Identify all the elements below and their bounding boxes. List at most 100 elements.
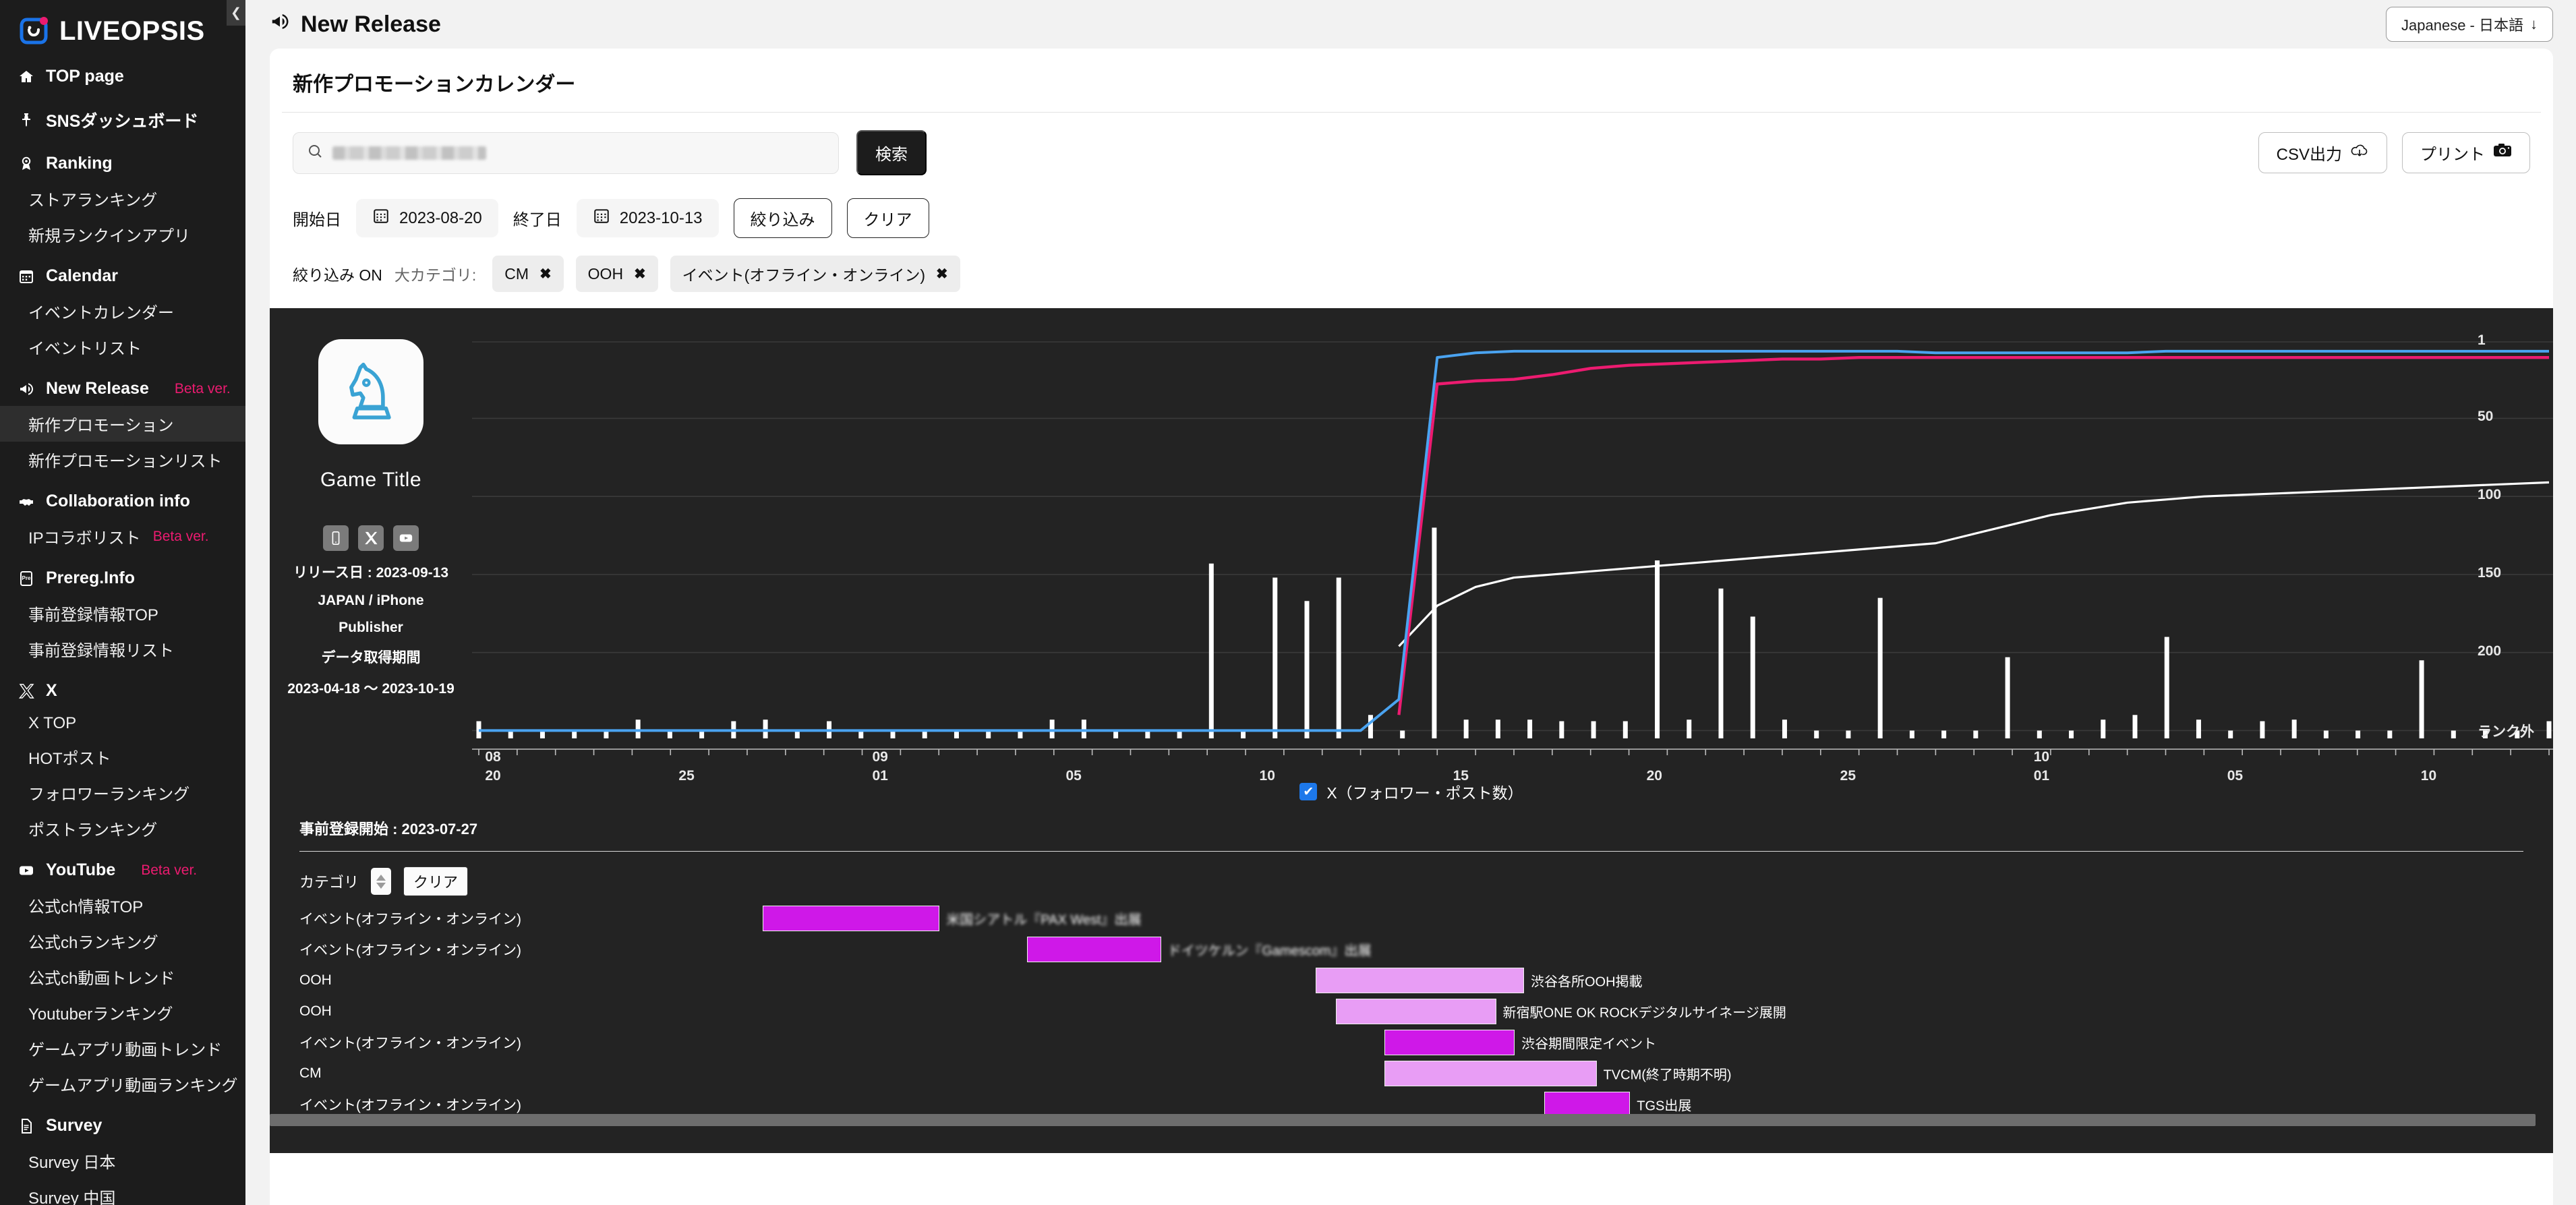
search-input-value [332,146,486,160]
horizontal-scrollbar-thumb[interactable] [270,1114,2536,1126]
app-store-icon[interactable] [323,525,349,551]
gantt-row-bar[interactable] [1384,1061,1597,1086]
game-title: Game Title [320,469,422,491]
sidebar-subitem-7-2[interactable]: フォロワーランキング [0,775,245,811]
sidebar-item-top-page[interactable]: TOP page [0,59,245,94]
sidebar-item-ranking[interactable]: Ranking [0,146,245,181]
rank-chart[interactable]: 1 50 100 150 200 ランク外 08 20 25 09 01 05 10 15 20 25 10 0… [472,308,2553,795]
beta-badge: Beta ver. [152,528,209,544]
gantt-row-bar[interactable] [1315,968,1524,993]
sidebar-subitem-3-0[interactable]: イベントカレンダー [0,293,245,329]
sidebar-subitem-4-0[interactable]: 新作プロモーション [0,406,245,442]
filter-chip-2[interactable]: イベント(オフライン・オンライン) ✖ [670,256,960,292]
gantt-row[interactable]: イベント(オフライン・オンライン) 渋谷期間限定イベント [270,1027,2553,1058]
sidebar-item-youtube[interactable]: YouTube Beta ver. [0,853,245,887]
sidebar-group-4: New Release Beta ver. 新作プロモーション 新作プロモーションリス… [0,372,245,477]
sidebar-subitem-label: ゲームアプリ動画ランキング [28,1077,238,1095]
gantt-row[interactable]: OOH 渋谷各所OOH掲載 [270,965,2553,996]
gantt-row-category: OOH [299,1003,332,1019]
sidebar-subitem-8-3[interactable]: Youtuberランキング [0,995,245,1030]
sidebar-subitem-7-3[interactable]: ポストランキング [0,811,245,846]
csv-export-button[interactable]: CSV出力 [2258,132,2387,173]
gantt-row-bar[interactable] [1336,999,1496,1024]
sidebar-subitem-2-0[interactable]: ストアランキング [0,181,245,216]
sidebar-group-label: YouTube [46,860,116,879]
handshake-icon [18,493,35,510]
print-button[interactable]: プリント [2402,132,2530,173]
gantt-category-label: カテゴリ [299,874,359,891]
sidebar-item-new-release[interactable]: New Release Beta ver. [0,372,245,406]
brand[interactable]: LIVEOPSIS [0,0,245,50]
chart-panel-body: Game Title リリース日 : 2023-09-13 JAPAN / iP… [270,308,2553,795]
sidebar-subitem-8-1[interactable]: 公式chランキング [0,923,245,959]
sidebar-subitem-label: ストアランキング [28,192,158,210]
sidebar-item-prereg-info[interactable]: Pre Prereg.Info [0,561,245,595]
youtube-icon[interactable] [393,525,419,551]
search-button[interactable]: 検索 [856,130,927,175]
gantt-clear-button[interactable]: クリア [403,866,469,896]
gantt-row[interactable]: イベント(オフライン・オンライン) ドイツケルン『Gamescom』出展 [270,934,2553,965]
horizontal-scrollbar[interactable] [270,1114,2553,1126]
close-icon[interactable]: ✖ [936,266,948,283]
gantt-row-bar[interactable] [1027,937,1161,962]
sidebar-subitem-8-2[interactable]: 公式ch動画トレンド [0,959,245,995]
close-icon[interactable]: ✖ [634,266,646,283]
sidebar-nav: TOP page SNSダッシュボード Ranking ストアランキング新規ランクイン… [0,50,245,1205]
sidebar-item-collaboration-info[interactable]: Collaboration info [0,484,245,519]
filter-chip-0[interactable]: CM ✖ [492,256,564,292]
gantt-row[interactable]: CM TVCM(終了時期不明) [270,1058,2553,1089]
sidebar-subitem-8-5[interactable]: ゲームアプリ動画ランキング [0,1066,245,1102]
gantt-row-label: TGS出展 [1637,1098,1692,1114]
gantt-row[interactable]: OOH 新宿駅ONE OK ROCKデジタルサイネージ展開 [270,996,2553,1027]
search-input[interactable] [293,131,839,174]
chart-panel: Game Title リリース日 : 2023-09-13 JAPAN / iP… [270,308,2553,1153]
sort-updown-icon[interactable] [371,868,392,895]
sidebar: ❮ LIVEOPSIS TOP page SNSダッシュボード Ranking ストア… [0,0,245,1205]
x-icon[interactable] [358,525,384,551]
sidebar-subitem-6-1[interactable]: 事前登録情報リスト [0,631,245,667]
start-date-field[interactable]: 2023-08-20 [356,199,498,237]
sidebar-subitem-7-0[interactable]: X TOP [0,708,245,739]
panel-divider [299,851,2523,852]
promotion-gantt: カテゴリ クリア イベント(オフライン・オンライン) 米国シアトル『PAX Wes… [270,866,2553,1120]
close-icon[interactable]: ✖ [539,266,552,283]
gantt-row-bar[interactable] [763,906,940,931]
clear-filter-button[interactable]: クリア [846,198,929,238]
filter-chip-1[interactable]: OOH ✖ [575,256,658,292]
filter-chip-label: イベント(オフライン・オンライン) [682,266,925,284]
start-date-label: 開始日 [293,211,341,229]
sidebar-subitem-3-1[interactable]: イベントリスト [0,329,245,365]
chart-legend[interactable]: ✔ X（フォロワー・ポスト数） [270,780,2553,803]
csv-export-label: CSV出力 [2276,146,2342,164]
sidebar-subitem-2-1[interactable]: 新規ランクインアプリ [0,216,245,252]
sidebar-subitem-6-0[interactable]: 事前登録情報TOP [0,595,245,631]
cloud-download-icon [2350,142,2369,164]
sidebar-item-calendar[interactable]: Calendar [0,259,245,293]
sidebar-subitem-label: ゲームアプリ動画トレンド [28,1041,223,1059]
sidebar-subitem-7-1[interactable]: HOTポスト [0,739,245,775]
y-axis-tick-1: 50 [2478,409,2494,425]
search-row: 検索 CSV出力 プリント [270,113,2553,175]
gantt-row-bar[interactable] [1384,1030,1515,1055]
sidebar-subitem-8-4[interactable]: ゲームアプリ動画トレンド [0,1030,245,1066]
sidebar-item-sns-[interactable]: SNSダッシュボード [0,100,245,140]
sidebar-subitem-9-0[interactable]: Survey 日本 [0,1143,245,1179]
filter-chips: CM ✖ OOH ✖ イベント(オフライン・オンライン) ✖ [492,256,960,292]
sidebar-item-survey[interactable]: Survey [0,1109,245,1143]
apply-filter-button[interactable]: 絞り込み [733,198,832,238]
end-date-field[interactable]: 2023-10-13 [576,199,719,237]
sidebar-collapse-button[interactable]: ❮ [227,0,245,26]
sidebar-subitem-8-0[interactable]: 公式ch情報TOP [0,887,245,923]
sidebar-subitem-9-1[interactable]: Survey 中国 [0,1179,245,1205]
sidebar-item-x[interactable]: X [0,674,245,708]
sidebar-subitem-4-1[interactable]: 新作プロモーションリスト [0,442,245,477]
gantt-row-category: イベント(オフライン・オンライン) [299,912,521,927]
sidebar-subitem-5-0[interactable]: IPコラボリスト Beta ver. [0,519,245,554]
gantt-row[interactable]: イベント(オフライン・オンライン) 米国シアトル『PAX West』出展 [270,903,2553,934]
language-selector[interactable]: Japanese - 日本語 ↓ [2386,7,2553,42]
sidebar-group-6: Pre Prereg.Info 事前登録情報TOP 事前登録情報リスト [0,561,245,667]
y-axis-tick-3: 150 [2478,564,2502,581]
language-label: Japanese - 日本語 [2401,17,2523,34]
rank-chart-svg [472,341,2553,755]
legend-checkbox[interactable]: ✔ [1299,783,1318,800]
